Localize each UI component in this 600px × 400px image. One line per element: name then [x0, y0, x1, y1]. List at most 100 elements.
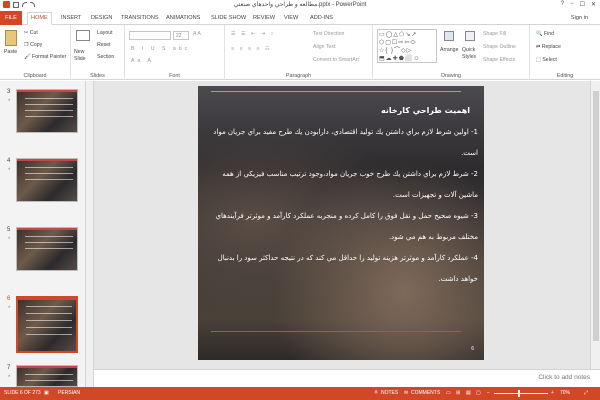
tab-view[interactable]: VIEW	[284, 13, 298, 24]
paragraph-label: Paragraph	[285, 73, 312, 79]
language-indicator[interactable]: PERSIAN	[58, 390, 80, 396]
notes-pane[interactable]: Click to add notes	[94, 369, 600, 387]
title-bar: مطالعه و طراحي واحدهاي صنعتي.pptx - Powe…	[0, 0, 600, 11]
slides-label: Slides	[90, 73, 105, 79]
replace-button[interactable]: ⇄ Replace	[536, 44, 561, 50]
thumb-number: 4	[7, 158, 11, 164]
font-style-buttons[interactable]: B I U S abc	[131, 46, 190, 52]
thumb-text-line	[25, 110, 73, 111]
tab-design[interactable]: DESIGN	[91, 13, 112, 24]
maximize-button[interactable]: ☐	[580, 1, 585, 8]
convert-smartart-button[interactable]: Convert to SmartArt	[313, 57, 359, 63]
thumb-text-line	[25, 173, 73, 174]
slide-thumbnail-3[interactable]	[16, 89, 78, 133]
new-slide-icon[interactable]	[76, 30, 90, 41]
reading-view-icon[interactable]: ▤	[466, 390, 471, 396]
normal-view-icon[interactable]: ▭	[446, 390, 451, 396]
slideshow-icon[interactable]: ▢	[476, 390, 481, 396]
thumb-text-line	[25, 248, 73, 249]
thumb-number: 5	[7, 227, 11, 233]
spellcheck-icon[interactable]: ▣	[44, 390, 49, 396]
reset-button[interactable]: Reset	[97, 42, 111, 48]
font-name-box[interactable]	[129, 31, 171, 40]
copy-button[interactable]: ❐ Copy	[24, 42, 42, 48]
ribbon-tabs: FILE HOME INSERT DESIGN TRANSITIONS ANIM…	[0, 11, 600, 25]
paste-icon[interactable]	[5, 30, 17, 46]
format-painter-button[interactable]: 🖌 Format Painter	[24, 54, 66, 60]
section-button[interactable]: Section	[97, 54, 114, 60]
quick-styles-icon[interactable]	[465, 31, 475, 41]
thumbnail-scrollbar[interactable]	[86, 81, 94, 387]
thumb-text-line	[25, 98, 73, 99]
zoom-level[interactable]: 70%	[560, 390, 570, 396]
slide-thumbnail-4[interactable]	[16, 158, 78, 202]
status-bar: SLIDE 6 OF 273 ▣ PERSIAN ≙ NOTES ✉ COMME…	[0, 387, 600, 400]
slides-group: New Slide Layout Reset Section Slides	[71, 25, 125, 80]
grow-font-icon[interactable]: A A	[193, 31, 201, 37]
thumb-text-line	[26, 306, 72, 307]
slide-thumbnail-pane: 3 * 4 * 5 * 6 * 7 *	[0, 81, 86, 387]
tab-file[interactable]: FILE	[0, 11, 22, 25]
new-slide-button[interactable]: New Slide	[74, 49, 94, 63]
vertical-scrollbar[interactable]	[590, 81, 600, 369]
slide-paragraph-2: 2- شرط لازم براي داشتن يك طرح خوب جريان …	[222, 170, 478, 199]
window-title: مطالعه و طراحي واحدهاي صنعتي.pptx - Powe…	[233, 2, 367, 8]
shape-outline-button[interactable]: Shape Outline	[483, 44, 516, 50]
thumb-text-line	[26, 327, 72, 328]
close-button[interactable]: ✕	[591, 1, 596, 8]
paste-button[interactable]: Paste	[4, 49, 17, 55]
shapes-gallery[interactable]: ▭◯△⬠↘↗ ⬡▢☐⇨⇦⬭ ☆{ }⌒◇▷ ⬒☁✚⬟⬜☺	[377, 29, 437, 63]
slide-thumbnail-7[interactable]	[16, 365, 78, 387]
slide-thumbnail-6-selected[interactable]	[16, 296, 78, 353]
shape-fill-button[interactable]: Shape Fill	[483, 31, 506, 37]
scroll-thumb[interactable]	[593, 91, 599, 341]
arrange-button[interactable]: Arrange	[440, 47, 458, 53]
tab-insert[interactable]: INSERT	[61, 13, 81, 24]
cut-label: Cut	[29, 30, 38, 36]
layout-button[interactable]: Layout	[97, 30, 113, 36]
tab-home[interactable]: HOME	[27, 12, 52, 25]
thumb-text-line	[25, 116, 73, 117]
help-button[interactable]: ?	[561, 1, 564, 8]
shape-effects-button[interactable]: Shape Effects	[483, 57, 515, 63]
slide-body-text[interactable]: 1- اولين شرط لازم براي داشتن يك توليد اق…	[208, 122, 478, 290]
fit-slide-icon[interactable]: ⤢	[584, 390, 588, 396]
thumb-text-line	[25, 167, 73, 168]
slide-bottom-rule	[211, 331, 461, 332]
current-slide[interactable]: اهميت طراحي كارخانه 1- اولين شرط لازم بر…	[198, 86, 484, 360]
sign-in-link[interactable]: Sign in	[571, 15, 588, 21]
tab-add-ins[interactable]: ADD-INS	[310, 13, 333, 24]
notes-toggle[interactable]: NOTES	[381, 390, 398, 396]
brush-icon: 🖌	[24, 54, 33, 60]
select-button[interactable]: ⬚ Select	[536, 57, 557, 63]
find-button[interactable]: 🔍 Find	[536, 31, 554, 37]
editing-group: 🔍 Find ⇄ Replace ⬚ Select Editing	[530, 25, 600, 80]
font-size-box[interactable]: 22	[173, 31, 189, 40]
zoom-in-button[interactable]: +	[551, 390, 554, 396]
slide-sorter-icon[interactable]: ⊞	[456, 390, 460, 396]
zoom-slider-track[interactable]	[494, 393, 548, 394]
minimize-button[interactable]: −	[570, 1, 574, 8]
comments-toggle[interactable]: COMMENTS	[411, 390, 440, 396]
tab-transitions[interactable]: TRANSITIONS	[121, 13, 159, 24]
editing-label: Editing	[556, 73, 574, 79]
tab-slide-show[interactable]: SLIDE SHOW	[211, 13, 246, 24]
zoom-slider-knob[interactable]	[518, 390, 520, 397]
quick-styles-button[interactable]: Quick Styles	[462, 47, 478, 61]
slide-title[interactable]: اهميت طراحي كارخانه	[381, 106, 470, 115]
slide-counter: SLIDE 6 OF 273	[4, 390, 41, 396]
slide-top-rule	[211, 91, 461, 92]
text-direction-button[interactable]: Text Direction	[313, 31, 344, 37]
thumb-text-line	[25, 104, 73, 105]
font-color-buttons[interactable]: Aa A	[131, 58, 154, 64]
tab-review[interactable]: REVIEW	[253, 13, 275, 24]
slide-thumbnail-5[interactable]	[16, 227, 78, 271]
cut-button[interactable]: ✂ Cut	[24, 30, 38, 36]
arrange-icon[interactable]	[444, 31, 454, 41]
tab-animations[interactable]: ANIMATIONS	[166, 13, 200, 24]
list-buttons[interactable]: ☰ ☰ ⇤ ⇥ ↕	[231, 31, 275, 37]
align-text-button[interactable]: Align Text	[313, 44, 335, 50]
zoom-out-button[interactable]: −	[487, 390, 490, 396]
thumb-number: 7	[7, 365, 11, 371]
alignment-buttons[interactable]: ≡ ≡ ≡ ≡ ☷	[231, 46, 272, 52]
